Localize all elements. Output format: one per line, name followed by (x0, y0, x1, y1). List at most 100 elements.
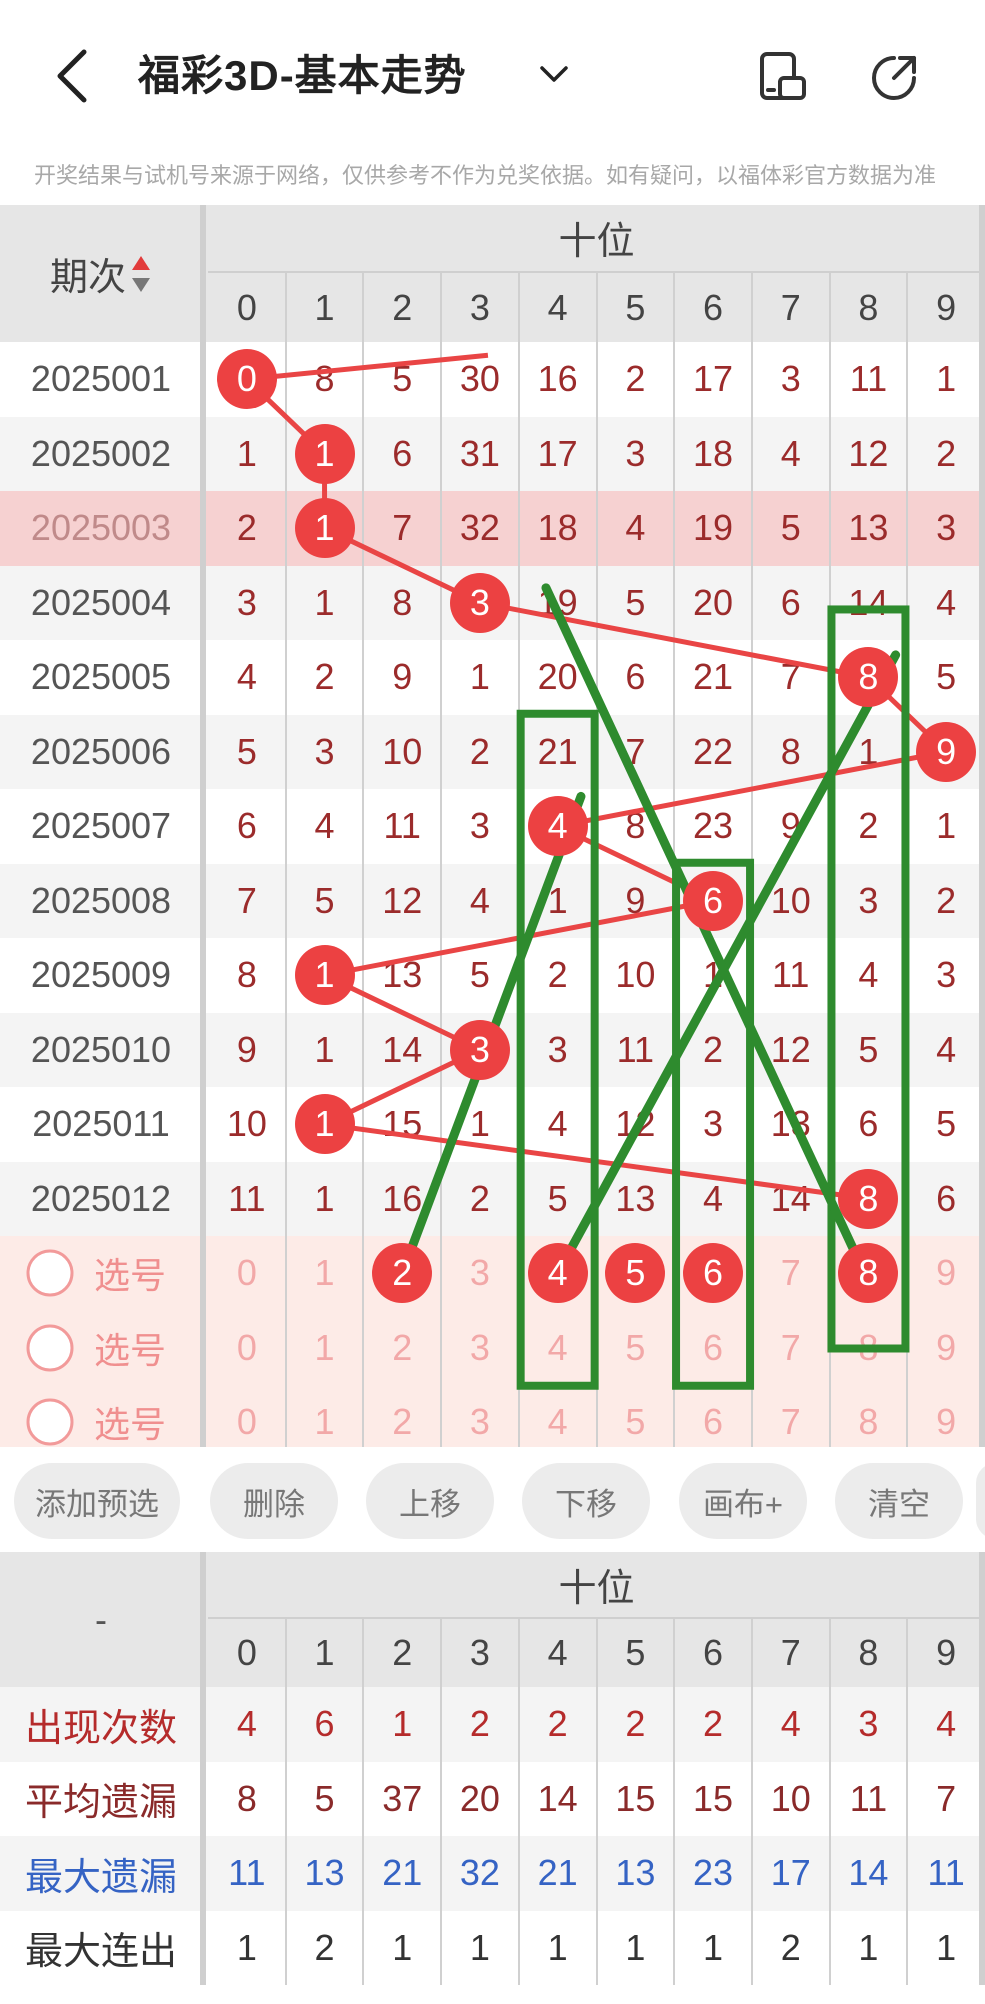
stats-digit-header: 8 (858, 1632, 879, 1673)
toolbar-button[interactable]: 清空 (835, 1463, 963, 1539)
select-row: 选号 0 1 2 3 4 5 6 7 8 9 (0, 1385, 985, 1447)
selected-digit-ball[interactable]: 5 (605, 1243, 666, 1304)
layout-icon[interactable] (756, 50, 810, 104)
chevron-down-icon[interactable] (536, 56, 572, 92)
select-digit[interactable]: 6 (674, 1311, 752, 1386)
stats-value: 6 (314, 1703, 335, 1745)
share-icon[interactable] (868, 50, 922, 104)
select-digit[interactable]: 3 (441, 1311, 519, 1386)
miss-count: 2 (936, 879, 957, 921)
miss-count: 1 (314, 581, 335, 623)
select-digit[interactable]: 0 (208, 1385, 286, 1447)
table-row: 2025003 2 1 7 32 18 4 19 5 13 3 (0, 491, 985, 566)
select-digit[interactable]: 7 (752, 1385, 830, 1447)
stats-value: 2 (703, 1703, 724, 1745)
stats-value: 13 (304, 1852, 345, 1894)
stats-value: 1 (936, 1926, 957, 1968)
toolbar-button[interactable]: 添加预选 (14, 1463, 180, 1539)
select-digit[interactable]: 9 (907, 1236, 985, 1311)
select-digit[interactable]: 3 (441, 1385, 519, 1447)
select-digit[interactable]: 2 (363, 1385, 441, 1447)
toolbar-button[interactable]: 删除 (210, 1463, 338, 1539)
miss-count: 5 (936, 656, 957, 698)
miss-count: 14 (848, 581, 889, 623)
stats-value: 1 (703, 1926, 724, 1968)
selected-digit-ball[interactable]: 4 (527, 1243, 588, 1304)
miss-count: 1 (469, 656, 490, 698)
miss-count: 8 (625, 805, 646, 847)
toolbar-scroll-more[interactable] (976, 1463, 985, 1539)
toolbar-button[interactable]: 画布+ (679, 1463, 807, 1539)
miss-count: 1 (936, 805, 957, 847)
hit-ball: 1 (294, 498, 355, 559)
miss-count: 11 (772, 954, 810, 996)
select-digit[interactable]: 4 (519, 1385, 597, 1447)
selected-digit-ball[interactable]: 2 (372, 1243, 433, 1304)
select-digit[interactable]: 7 (752, 1311, 830, 1386)
stats-value: 4 (780, 1703, 801, 1745)
hit-ball: 9 (916, 721, 977, 782)
select-digit[interactable]: 7 (752, 1236, 830, 1311)
miss-count: 3 (703, 1103, 724, 1145)
miss-count: 3 (858, 879, 879, 921)
select-digit[interactable]: 1 (286, 1311, 364, 1386)
stats-value: 11 (927, 1852, 965, 1894)
stats-value: 1 (236, 1926, 257, 1968)
miss-count: 20 (693, 581, 734, 623)
select-radio-icon[interactable] (24, 1396, 76, 1447)
miss-count: 13 (615, 1177, 656, 1219)
miss-count: 3 (547, 1028, 568, 1070)
select-digit[interactable]: 8 (830, 1385, 908, 1447)
issue-number: 2025005 (30, 656, 172, 698)
stats-column-divider (906, 1619, 909, 1985)
select-digit[interactable]: 5 (597, 1385, 675, 1447)
stats-value: 2 (625, 1703, 646, 1745)
sort-icon[interactable] (130, 254, 152, 294)
select-digit[interactable]: 6 (674, 1385, 752, 1447)
digit-header: 2 (392, 286, 413, 328)
digit-header: 9 (936, 286, 957, 328)
stats-value: 11 (228, 1852, 266, 1894)
selected-digit-ball[interactable]: 6 (683, 1243, 744, 1304)
select-label[interactable]: 选号 (94, 1385, 166, 1447)
issue-number: 2025008 (30, 879, 172, 921)
select-digit[interactable]: 1 (286, 1236, 364, 1311)
selected-digit-ball[interactable]: 8 (838, 1243, 899, 1304)
stats-column-divider (517, 1619, 520, 1985)
stats-column-divider (362, 1619, 365, 1985)
stats-value: 32 (459, 1852, 500, 1894)
select-digit[interactable]: 5 (597, 1311, 675, 1386)
toolbar-button[interactable]: 下移 (522, 1463, 650, 1539)
select-digit[interactable]: 9 (907, 1311, 985, 1386)
select-digit[interactable]: 2 (363, 1311, 441, 1386)
select-radio-icon[interactable] (24, 1247, 76, 1299)
miss-count: 11 (616, 1028, 655, 1070)
select-radio-icon[interactable] (24, 1322, 76, 1374)
miss-count: 2 (236, 507, 257, 549)
issue-number: 2025006 (30, 730, 172, 772)
miss-count: 2 (469, 730, 490, 772)
select-digit[interactable]: 9 (907, 1385, 985, 1447)
miss-count: 9 (625, 879, 646, 921)
select-digit[interactable]: 8 (830, 1311, 908, 1386)
miss-count: 18 (693, 432, 734, 474)
select-digit[interactable]: 4 (519, 1311, 597, 1386)
select-label[interactable]: 选号 (94, 1236, 166, 1311)
miss-count: 5 (469, 954, 490, 996)
select-digit[interactable]: 1 (286, 1385, 364, 1447)
select-label[interactable]: 选号 (94, 1311, 166, 1386)
miss-count: 6 (780, 581, 801, 623)
select-digit[interactable]: 0 (208, 1311, 286, 1386)
select-digit[interactable]: 3 (441, 1236, 519, 1311)
right-edge-divider (979, 205, 985, 1447)
hit-ball: 0 (216, 349, 277, 410)
stats-right-edge (979, 1552, 985, 1985)
stats-digit-header: 1 (314, 1632, 335, 1673)
table-row: 2025004 3 1 8 3 19 5 20 6 14 4 (0, 565, 985, 640)
page-title[interactable]: 福彩3D-基本走势 (138, 42, 467, 103)
select-digit[interactable]: 0 (208, 1236, 286, 1311)
back-chevron-icon[interactable] (48, 46, 98, 106)
group-header-tens: 十位 (558, 220, 635, 263)
issue-header[interactable]: 期次 (0, 205, 202, 342)
toolbar-button[interactable]: 上移 (366, 1463, 494, 1539)
